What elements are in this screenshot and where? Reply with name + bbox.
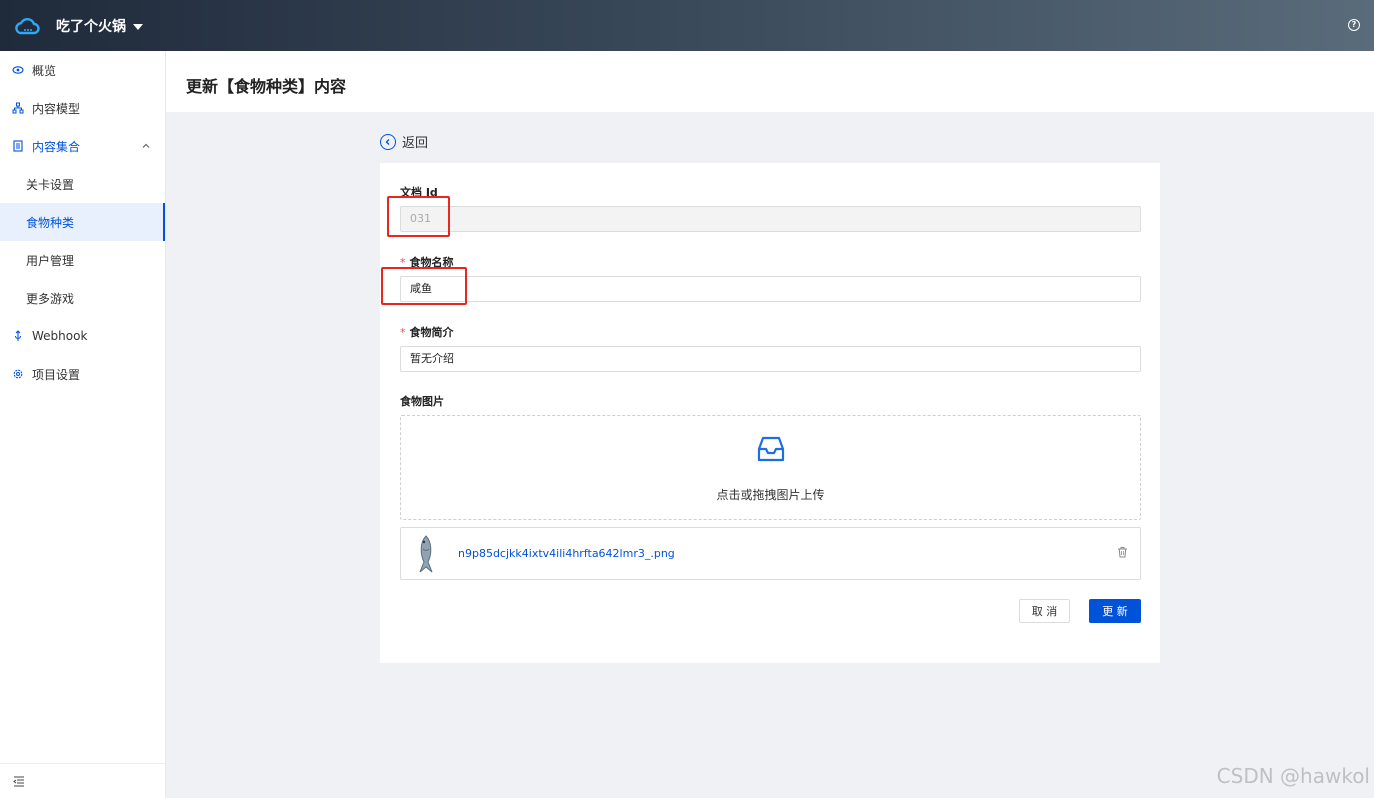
food-image-label: 食物图片	[400, 395, 444, 408]
sidebar-subitem-food-types[interactable]: 食物种类	[0, 203, 165, 241]
sidebar-item-webhook[interactable]: Webhook	[0, 317, 165, 355]
project-dropdown-caret-icon[interactable]	[133, 23, 143, 30]
model-tree-icon	[12, 102, 24, 114]
back-arrow-icon	[380, 133, 396, 150]
sidebar-subitem-label: 用户管理	[26, 253, 75, 268]
annotation-box-food-name	[381, 267, 467, 305]
cancel-button[interactable]: 取 消	[1019, 599, 1070, 623]
chevron-up-icon[interactable]	[141, 141, 151, 151]
back-label: 返回	[402, 136, 429, 151]
sidebar-item-content-collection[interactable]: 内容集合	[0, 127, 165, 165]
image-upload-dropzone[interactable]: 点击或拖拽图片上传	[400, 415, 1141, 520]
fish-thumbnail-image	[419, 535, 433, 573]
sidebar-subitem-user-management[interactable]: 用户管理	[0, 241, 165, 279]
gear-icon	[12, 368, 24, 380]
top-header: 吃了个火锅 ?	[0, 0, 1374, 51]
webhook-icon	[12, 330, 24, 342]
sidebar-subitem-more-games[interactable]: 更多游戏	[0, 279, 165, 317]
required-mark: *	[400, 326, 406, 339]
sidebar-item-label: Webhook	[32, 329, 88, 343]
trash-icon[interactable]	[1117, 546, 1128, 558]
food-intro-label-text: 食物简介	[409, 326, 454, 339]
sidebar-subitem-label: 更多游戏	[26, 291, 75, 306]
page-title: 更新【食物种类】内容	[186, 77, 347, 96]
annotation-box-doc-id	[387, 196, 450, 237]
inbox-upload-icon	[757, 436, 785, 462]
sidebar-item-label: 内容集合	[32, 139, 81, 154]
update-button[interactable]: 更 新	[1089, 599, 1141, 623]
uploaded-file-item: n9p85dcjkk4ixtv4ili4hrfta642lmr3_.png	[400, 527, 1141, 580]
back-link[interactable]: 返回	[380, 132, 428, 151]
sidebar: 概览 内容模型 内容集合 关卡设置 食物种类 用户管理 更多游戏 Webhook…	[0, 51, 166, 798]
project-name[interactable]: 吃了个火锅	[56, 16, 126, 36]
document-list-icon	[12, 140, 24, 152]
collapse-menu-icon[interactable]	[13, 775, 25, 787]
sidebar-footer	[0, 763, 165, 798]
sidebar-item-label: 概览	[32, 63, 57, 78]
food-name-input[interactable]: 咸鱼	[400, 276, 1141, 302]
upload-hint-text: 点击或拖拽图片上传	[716, 488, 825, 502]
eye-icon	[12, 64, 24, 76]
sidebar-item-label: 内容模型	[32, 101, 81, 116]
edit-form-card: 文档 Id 031 * 食物名称 咸鱼 * 食物简介 暂无介绍 食物图片 点击或拖拽…	[380, 163, 1160, 663]
sidebar-item-content-model[interactable]: 内容模型	[0, 89, 165, 127]
sidebar-subitem-label: 关卡设置	[26, 177, 75, 192]
watermark-text: CSDN @hawkol	[1216, 764, 1370, 788]
food-intro-label: * 食物简介	[400, 324, 454, 340]
sidebar-item-overview[interactable]: 概览	[0, 51, 165, 89]
sidebar-subitem-label: 食物种类	[26, 215, 75, 230]
doc-id-field: 031	[400, 206, 1141, 232]
cloud-logo-icon	[15, 17, 40, 34]
page-header: 更新【食物种类】内容	[166, 51, 1374, 112]
help-icon[interactable]: ?	[1348, 19, 1360, 31]
food-intro-input[interactable]: 暂无介绍	[400, 346, 1141, 372]
uploaded-file-link[interactable]: n9p85dcjkk4ixtv4ili4hrfta642lmr3_.png	[458, 547, 675, 560]
sidebar-item-project-settings[interactable]: 项目设置	[0, 355, 165, 393]
sidebar-item-label: 项目设置	[32, 367, 81, 382]
sidebar-subitem-level-settings[interactable]: 关卡设置	[0, 165, 165, 203]
